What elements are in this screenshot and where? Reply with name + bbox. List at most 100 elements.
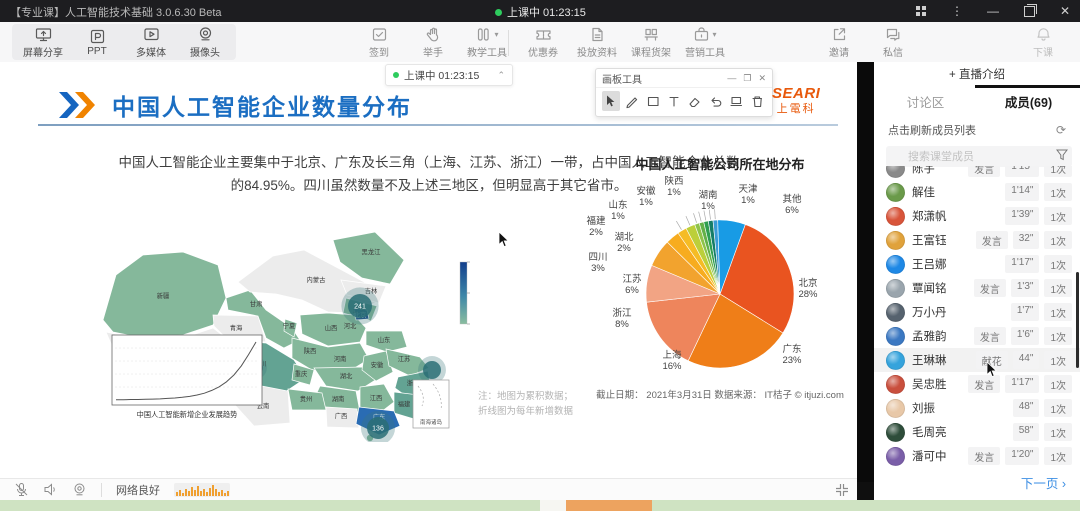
board-tool-undo-icon[interactable] [706, 91, 724, 111]
member-row[interactable]: 毛周亮58"1次 [874, 420, 1080, 444]
microphone-muted-icon[interactable] [14, 482, 29, 497]
window-controls: ⋮ — ✕ [914, 0, 1072, 22]
pie-label-四川: 四川3% [588, 252, 607, 274]
map-label-湖南: 湖南 [332, 394, 345, 403]
board-tool-select-icon[interactable] [602, 91, 620, 111]
close-icon[interactable]: ✕ [1058, 4, 1072, 18]
toolbar-item-teach-tools[interactable]: ▾教学工具 [460, 24, 514, 60]
member-row[interactable]: 潘可中发言1'20"1次 [874, 444, 1080, 468]
live-intro-button[interactable]: + 直播介绍 [874, 62, 1080, 86]
whiteboard-tools-panel: 画板工具 — ❐ ✕ [595, 68, 773, 117]
member-name: 毛周亮 [912, 424, 947, 440]
member-name: 王富钰 [912, 232, 947, 248]
restore-icon[interactable] [1022, 4, 1036, 18]
member-row[interactable]: 郑潇帆1'39"1次 [874, 204, 1080, 228]
member-time: 1'3" [1011, 279, 1040, 297]
member-action: 发言 [968, 166, 1000, 177]
map-label-福建: 福建 [398, 399, 411, 408]
avatar [886, 166, 905, 178]
svg-text:241: 241 [354, 304, 366, 311]
member-row[interactable]: 陈宇发言1'15"1次 [874, 166, 1080, 180]
collapse-caret-icon: ⌃ [497, 70, 505, 81]
map-label-新疆: 新疆 [157, 291, 170, 300]
trend-inset-title: 中国人工智能新增企业发展趋势 [137, 410, 238, 419]
toolbar-item-camera[interactable]: 摄像头 [178, 24, 232, 60]
pie-label-陕西: 陕西1% [664, 175, 683, 198]
map-label-安徽: 安徽 [371, 360, 384, 369]
file-icon [589, 26, 606, 43]
toolbar-item-media[interactable]: 多媒体 [124, 24, 178, 60]
toolbar-item-file[interactable]: 投放资料 [570, 24, 624, 60]
toolbar-item-message[interactable]: 私信 [866, 24, 920, 60]
panel-minimize-icon[interactable]: — [727, 73, 736, 84]
board-tool-eraser-icon[interactable] [685, 91, 703, 111]
bottom-bar: 网络良好 [0, 478, 857, 500]
pie-label-北京: 北京28% [798, 277, 818, 300]
audio-waveform [174, 483, 230, 497]
slide-canvas[interactable]: 上课中 01:23:15 ⌃ 画板工具 — ❐ ✕ SEARI 上電科 [0, 62, 857, 478]
next-page-button[interactable]: 下一页 › [1021, 473, 1066, 492]
member-row[interactable]: 孟雅韵发言1'6"1次 [874, 324, 1080, 348]
refresh-members-button[interactable]: 点击刷新成员列表 ⟳ [888, 122, 1066, 138]
avatar [886, 327, 905, 346]
window-title: 【专业课】人工智能技术基础 3.0.6.30 Beta [10, 4, 222, 20]
filter-icon[interactable] [1056, 148, 1068, 166]
toolbar-item-coupon[interactable]: 优惠券 [516, 24, 570, 60]
toolbar-item-ppt[interactable]: PPT [70, 24, 124, 60]
toolbar-group-share: 屏幕分享PPT多媒体摄像头 [12, 24, 236, 60]
map-label-江苏: 江苏 [398, 354, 411, 363]
member-name: 刘振 [912, 400, 935, 416]
board-tool-rect-icon[interactable] [644, 91, 662, 111]
class-timer-tag[interactable]: 上课中 01:23:15 ⌃ [385, 64, 513, 86]
board-tool-text-icon[interactable] [665, 91, 683, 111]
board-tool-screen-icon[interactable] [727, 91, 745, 111]
toolbar-item-checkin[interactable]: 签到 [352, 24, 406, 60]
search-input[interactable] [886, 146, 1072, 167]
toolbar-item-invite[interactable]: 邀请 [812, 24, 866, 60]
member-row[interactable]: 覃闻铭发言1'3"1次 [874, 276, 1080, 300]
pie-label-湖北: 湖北2% [614, 232, 634, 254]
speaker-icon[interactable] [43, 482, 58, 497]
toolbar-item-screen-share[interactable]: 屏幕分享 [16, 24, 70, 60]
toolbar-item-shelf[interactable]: 课程货架 [624, 24, 678, 60]
camera-icon [197, 26, 214, 43]
avatar [886, 303, 905, 322]
member-count: 1次 [1044, 399, 1072, 417]
member-count: 1次 [1044, 351, 1072, 369]
member-name: 覃闻铭 [912, 280, 947, 296]
tab-讨论区[interactable]: 讨论区 [874, 88, 977, 118]
tab-成员(69)[interactable]: 成员(69) [977, 88, 1080, 118]
title-chevrons-icon [58, 92, 98, 118]
member-row[interactable]: 王富钰发言32"1次 [874, 228, 1080, 252]
board-tool-pen-icon[interactable] [623, 91, 641, 111]
board-tool-trash-icon[interactable] [748, 91, 766, 111]
member-name: 吴忠胜 [912, 376, 947, 392]
member-row[interactable]: 吴忠胜发言1'17"1次 [874, 372, 1080, 396]
member-time: 1'6" [1011, 327, 1040, 345]
member-name: 郑潇帆 [912, 208, 947, 224]
member-row[interactable]: 解佳1'14"1次 [874, 180, 1080, 204]
pie-label-上海: 上海16% [662, 349, 682, 372]
member-time: 1'20" [1005, 447, 1039, 465]
member-row[interactable]: 万小丹1'7"1次 [874, 300, 1080, 324]
pie-label-福建: 福建2% [586, 215, 606, 238]
map-bubble [423, 361, 441, 379]
panel-close-icon[interactable]: ✕ [758, 73, 766, 84]
more-icon[interactable]: ⋮ [950, 4, 964, 18]
apps-icon[interactable] [914, 4, 928, 18]
member-action: 发言 [976, 231, 1008, 249]
avatar [886, 279, 905, 298]
member-row[interactable]: 王吕娜1'17"1次 [874, 252, 1080, 276]
webcam-icon[interactable] [72, 482, 87, 497]
panel-restore-icon[interactable]: ❐ [743, 73, 751, 84]
toolbar-item-hand[interactable]: 举手 [406, 24, 460, 60]
member-row[interactable]: 刘振48"1次 [874, 396, 1080, 420]
marketing-icon: ▾ [693, 26, 716, 43]
toolbar-item-marketing[interactable]: ▾营销工具 [678, 24, 732, 60]
minimize-icon[interactable]: — [986, 4, 1000, 18]
toolbar-item-end-class[interactable]: 下课 [1016, 24, 1070, 60]
scrollbar-thumb[interactable] [1076, 272, 1079, 368]
member-row[interactable]: 王琳琳献花44"1次 [874, 348, 1080, 372]
canvas-sidebar-divider [857, 62, 874, 482]
member-time: 1'17" [1005, 375, 1039, 393]
